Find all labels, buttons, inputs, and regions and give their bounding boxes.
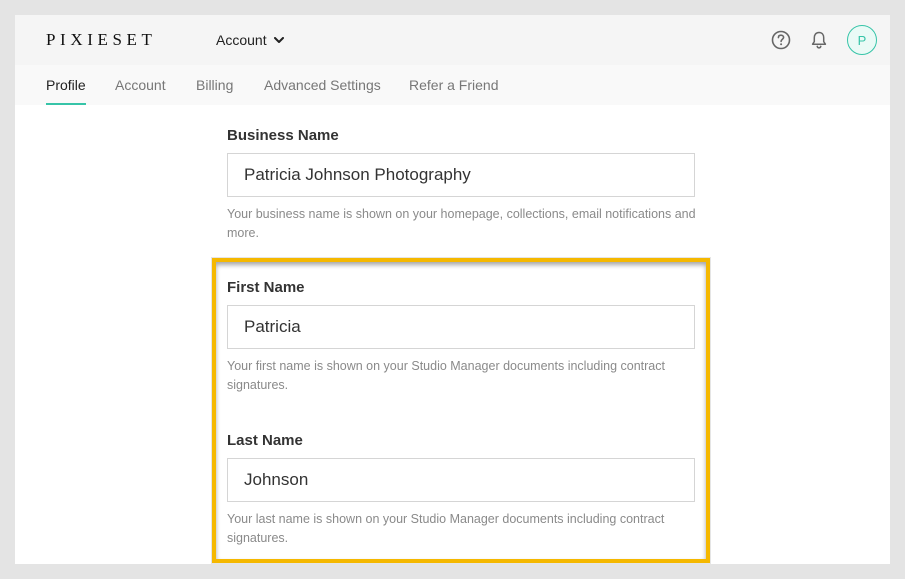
last-name-input[interactable] [227,458,695,502]
business-name-label: Business Name [227,127,339,144]
tab-advanced-settings[interactable]: Advanced Settings [264,77,381,93]
chevron-down-icon [273,36,284,44]
bell-icon[interactable] [809,30,829,50]
tab-billing[interactable]: Billing [196,77,233,93]
settings-window: PIXIESET Account P Profile Account Billi… [15,15,890,564]
last-name-label: Last Name [227,432,303,449]
pixieset-logo[interactable]: PIXIESET [46,30,156,50]
account-menu-dropdown[interactable]: Account [216,32,284,48]
business-name-input[interactable] [227,153,695,197]
first-name-label: First Name [227,279,305,296]
user-avatar[interactable]: P [847,25,877,55]
active-tab-indicator [46,103,86,105]
first-name-input[interactable] [227,305,695,349]
account-menu-label: Account [216,32,267,48]
business-name-help-text: Your business name is shown on your home… [227,207,696,240]
first-name-help-text: Your first name is shown on your Studio … [227,359,665,392]
tab-refer-a-friend[interactable]: Refer a Friend [409,77,498,93]
last-name-help-text: Your last name is shown on your Studio M… [227,512,665,545]
tab-account[interactable]: Account [115,77,166,93]
help-circle-icon[interactable] [771,30,791,50]
top-navigation-bar: PIXIESET Account P [15,15,890,65]
settings-tab-bar: Profile Account Billing Advanced Setting… [15,65,890,105]
tab-profile[interactable]: Profile [46,77,86,93]
